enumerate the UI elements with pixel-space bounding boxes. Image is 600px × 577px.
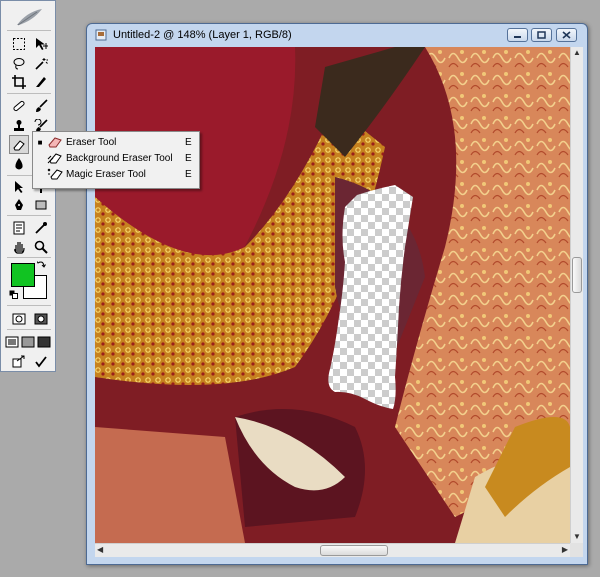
- notes-icon: [13, 221, 25, 234]
- eyedropper-icon: [35, 221, 47, 234]
- marquee-tool-button[interactable]: [9, 34, 29, 53]
- eraser-tool-button[interactable]: [9, 135, 29, 154]
- flyout-item-label: Background Eraser Tool: [66, 152, 173, 164]
- magic-wand-icon: [35, 57, 48, 70]
- maximize-button[interactable]: [531, 28, 552, 42]
- slice-icon: [36, 76, 46, 87]
- scrollbar-corner: [570, 543, 583, 557]
- horizontal-scrollbar[interactable]: ◀ ▶: [95, 543, 570, 557]
- quick-mask-icon: [34, 313, 48, 324]
- jump-to-icon: [12, 355, 25, 367]
- standard-mode-button[interactable]: [9, 309, 29, 328]
- flyout-item-shortcut: E: [185, 168, 192, 180]
- minimize-button[interactable]: [507, 28, 528, 42]
- eyedropper-tool-button[interactable]: [31, 218, 51, 237]
- healing-brush-icon: [13, 100, 25, 111]
- horizontal-scroll-thumb[interactable]: [320, 545, 388, 556]
- crop-tool-button[interactable]: [9, 72, 29, 91]
- vertical-scrollbar[interactable]: ▲ ▼: [570, 47, 583, 543]
- clone-stamp-icon: [14, 119, 24, 131]
- brush-tool-button[interactable]: [31, 96, 51, 115]
- scroll-left-arrow-icon[interactable]: ◀: [97, 546, 103, 554]
- flyout-item-eraser[interactable]: ■ Eraser Tool E: [33, 134, 199, 150]
- panel-divider: [7, 329, 51, 330]
- document-window: Untitled-2 @ 148% (Layer 1, RGB/8) ▲ ▼ ◀…: [86, 23, 588, 565]
- path-selection-tool-button[interactable]: [9, 177, 29, 196]
- screen-mode-full-menu-icon: [21, 336, 35, 347]
- screen-mode-full-button[interactable]: [37, 332, 51, 351]
- checkmark-icon: [35, 355, 47, 367]
- flyout-item-background-eraser[interactable]: Background Eraser Tool E: [33, 150, 199, 166]
- close-icon: [562, 31, 571, 39]
- swap-colors-icon[interactable]: [37, 260, 46, 269]
- notes-tool-button[interactable]: [9, 218, 29, 237]
- blur-tool-button[interactable]: [9, 154, 29, 173]
- panel-divider: [7, 215, 51, 216]
- magic-wand-tool-button[interactable]: [31, 54, 51, 73]
- close-button[interactable]: [556, 28, 577, 42]
- flyout-item-shortcut: E: [185, 152, 192, 164]
- eraser-icon: [13, 139, 25, 150]
- crop-icon: [12, 74, 26, 89]
- panel-divider: [7, 30, 51, 31]
- lasso-icon: [13, 57, 25, 69]
- hand-icon: [14, 241, 25, 254]
- foreground-color-swatch[interactable]: [11, 263, 35, 287]
- flyout-item-label: Eraser Tool: [66, 136, 117, 148]
- default-colors-icon[interactable]: [9, 290, 18, 299]
- flyout-item-label: Magic Eraser Tool: [66, 168, 146, 180]
- panel-divider: [7, 305, 51, 306]
- standard-mode-icon: [12, 313, 26, 324]
- vertical-scroll-thumb[interactable]: [572, 257, 582, 293]
- screen-mode-standard-button[interactable]: [5, 332, 19, 351]
- pen-icon: [15, 198, 23, 210]
- screen-mode-standard-icon: [5, 336, 19, 347]
- move-icon: [36, 37, 48, 50]
- document-title: Untitled-2 @ 148% (Layer 1, RGB/8): [113, 29, 292, 41]
- shape-tool-button[interactable]: [31, 195, 51, 214]
- pen-tool-button[interactable]: [9, 195, 29, 214]
- clone-stamp-tool-button[interactable]: [9, 116, 29, 135]
- zoom-tool-button[interactable]: [31, 237, 51, 256]
- marquee-icon: [13, 37, 25, 50]
- path-selection-icon: [15, 180, 23, 193]
- canvas-image: [95, 47, 570, 543]
- selected-bullet-icon: ■: [37, 137, 43, 147]
- quick-mask-mode-button[interactable]: [31, 309, 51, 328]
- scroll-right-arrow-icon[interactable]: ▶: [562, 546, 568, 554]
- image-canvas[interactable]: [95, 47, 570, 543]
- feather-logo-icon: [17, 9, 42, 26]
- photoshop-document-icon: [95, 29, 107, 41]
- healing-brush-tool-button[interactable]: [9, 96, 29, 115]
- panel-divider: [7, 257, 51, 258]
- imageready-button[interactable]: [31, 352, 51, 371]
- scroll-down-arrow-icon[interactable]: ▼: [573, 533, 581, 541]
- brush-icon: [36, 98, 48, 112]
- lasso-tool-button[interactable]: [9, 54, 29, 73]
- magic-eraser-icon: [47, 168, 63, 180]
- eraser-icon: [48, 137, 62, 148]
- screen-mode-full-menu-button[interactable]: [21, 332, 35, 351]
- zoom-icon: [34, 240, 48, 254]
- move-tool-button[interactable]: [31, 34, 51, 53]
- eraser-tools-flyout: ■ Eraser Tool E Background Eraser Tool E…: [32, 131, 200, 189]
- background-eraser-icon: [47, 153, 62, 164]
- minimize-icon: [514, 36, 521, 38]
- document-titlebar[interactable]: Untitled-2 @ 148% (Layer 1, RGB/8): [87, 24, 587, 46]
- screen-mode-full-icon: [37, 336, 51, 347]
- maximize-icon: [537, 31, 546, 39]
- hand-tool-button[interactable]: [9, 237, 29, 256]
- shape-icon: [35, 200, 47, 209]
- blur-icon: [15, 157, 23, 169]
- panel-divider: [7, 93, 51, 94]
- slice-tool-button[interactable]: [31, 72, 51, 91]
- flyout-item-shortcut: E: [185, 136, 192, 148]
- jump-to-imageready-button[interactable]: [9, 352, 29, 371]
- flyout-item-magic-eraser[interactable]: Magic Eraser Tool E: [33, 166, 199, 182]
- scroll-up-arrow-icon[interactable]: ▲: [573, 49, 581, 57]
